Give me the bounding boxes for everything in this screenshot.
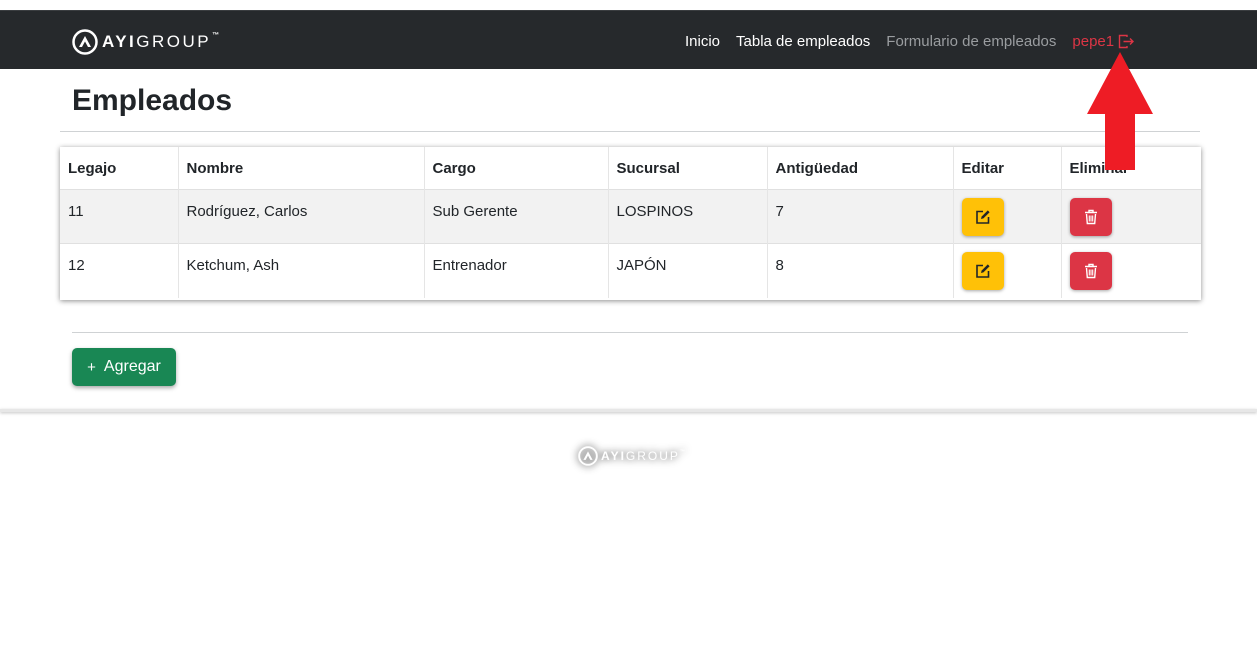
table-row: 12 Ketchum, Ash Entrenador JAPÓN 8 [60,243,1201,298]
trash-icon [1084,209,1097,225]
user-logout-link[interactable]: pepe1 [1072,33,1135,50]
edit-button[interactable] [961,252,1004,290]
add-button-label: Agregar [103,358,161,375]
title-divider [60,131,1200,132]
username-label: pepe1 [1072,33,1115,50]
nav-link-inicio[interactable]: Inicio [685,33,720,50]
delete-button[interactable] [1069,198,1112,236]
footer-logo: AYIGROUP™ [578,446,687,466]
trash-icon [1084,263,1097,279]
column-header-nombre: Nombre [178,147,425,190]
ayi-logo-icon [578,446,598,466]
nav-link-tabla-empleados[interactable]: Tabla de empleados [736,33,870,50]
box-arrow-right-icon [1118,34,1135,49]
table-row: 11 Rodríguez, Carlos Sub Gerente LOSPINO… [60,189,1201,244]
cell-sucursal: LOSPINOS [608,189,768,244]
page-title: Empleados [72,84,233,117]
cell-sucursal: JAPÓN [608,243,768,298]
brand-logo[interactable]: AYIGROUP™ [72,29,222,55]
cell-eliminar [1061,243,1201,298]
nav-links: Inicio Tabla de empleados Formulario de … [685,33,1135,50]
employees-table-container: Legajo Nombre Cargo Sucursal Antigüedad … [60,147,1201,300]
pencil-square-icon [975,264,990,278]
edit-button[interactable] [961,198,1004,236]
employees-table: Legajo Nombre Cargo Sucursal Antigüedad … [60,147,1201,298]
section-divider [72,332,1188,333]
cell-cargo: Entrenador [424,243,609,298]
ayi-logo-icon [72,29,98,55]
window-top-strip [0,0,1257,10]
cell-nombre: Rodríguez, Carlos [178,189,425,244]
cell-legajo: 11 [60,189,179,244]
column-header-antiguedad: Antigüedad [767,147,954,190]
cell-editar [953,189,1062,244]
cell-editar [953,243,1062,298]
column-header-cargo: Cargo [424,147,609,190]
delete-button[interactable] [1069,252,1112,290]
plus-icon: + [87,358,96,376]
nav-link-formulario-empleados[interactable]: Formulario de empleados [886,33,1056,50]
cell-legajo: 12 [60,243,179,298]
footer-wordmark: AYIGROUP™ [601,449,687,463]
column-header-sucursal: Sucursal [608,147,768,190]
table-header-row: Legajo Nombre Cargo Sucursal Antigüedad … [60,147,1201,190]
cell-eliminar [1061,189,1201,244]
brand-wordmark: AYIGROUP™ [102,32,222,51]
top-navbar: AYIGROUP™ Inicio Tabla de empleados Form… [0,10,1257,69]
column-header-editar: Editar [953,147,1062,190]
red-arrow-annotation [1087,52,1153,170]
add-employee-button[interactable]: + Agregar [72,348,176,386]
pencil-square-icon [975,210,990,224]
column-header-legajo: Legajo [60,147,179,190]
cell-cargo: Sub Gerente [424,189,609,244]
cell-antiguedad: 8 [767,243,954,298]
footer-divider [0,409,1257,412]
cell-antiguedad: 7 [767,189,954,244]
cell-nombre: Ketchum, Ash [178,243,425,298]
